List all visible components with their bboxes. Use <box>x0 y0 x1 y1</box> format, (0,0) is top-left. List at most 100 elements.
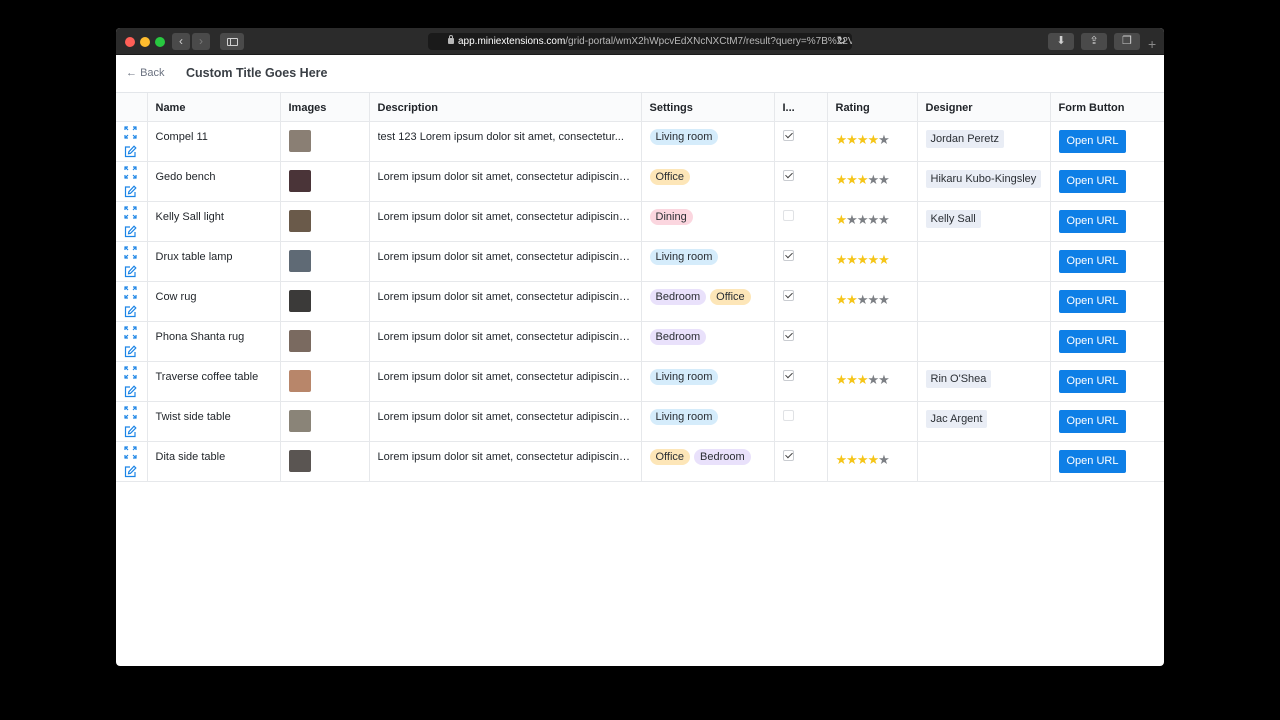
close-window-button[interactable] <box>125 37 135 47</box>
edit-icon[interactable] <box>124 144 137 158</box>
star-icon[interactable]: ★ <box>867 252 879 267</box>
star-icon[interactable]: ★ <box>846 172 858 187</box>
address-bar[interactable]: app.miniextensions.com/grid-portal/wmX2h… <box>428 33 852 50</box>
image-thumbnail[interactable] <box>288 209 311 232</box>
open-url-button[interactable]: Open URL <box>1058 449 1127 473</box>
star-rating[interactable]: ★★★★★ <box>836 132 909 148</box>
edit-icon[interactable] <box>124 464 137 478</box>
col-header-name[interactable]: Name <box>147 93 281 122</box>
col-header-rating[interactable]: Rating <box>827 93 918 122</box>
zoom-window-button[interactable] <box>155 37 165 47</box>
expand-icon[interactable] <box>124 165 137 179</box>
star-icon[interactable]: ★ <box>867 212 879 227</box>
col-header-description[interactable]: Description <box>369 93 642 122</box>
image-thumbnail[interactable] <box>288 289 311 312</box>
image-thumbnail[interactable] <box>288 249 311 272</box>
edit-icon[interactable] <box>124 304 137 318</box>
checkbox[interactable] <box>782 409 794 421</box>
share-button[interactable]: ⇪ <box>1081 33 1107 50</box>
star-icon[interactable]: ★ <box>878 292 890 307</box>
star-rating[interactable]: ★★★★★ <box>836 452 909 468</box>
star-icon[interactable]: ★ <box>878 452 890 467</box>
star-rating[interactable]: ★★★★★ <box>836 252 909 268</box>
image-thumbnail[interactable] <box>288 329 311 352</box>
expand-icon[interactable] <box>124 365 137 379</box>
star-rating[interactable]: ★★★★★ <box>836 212 909 228</box>
expand-icon[interactable] <box>124 245 137 259</box>
col-header-settings[interactable]: Settings <box>641 93 775 122</box>
star-icon[interactable]: ★ <box>836 212 848 227</box>
edit-icon[interactable] <box>124 424 137 438</box>
star-icon[interactable]: ★ <box>878 212 890 227</box>
star-icon[interactable]: ★ <box>878 132 890 147</box>
browser-back-button[interactable]: ‹ <box>172 33 190 50</box>
checkbox[interactable] <box>782 169 794 181</box>
star-icon[interactable]: ★ <box>846 452 858 467</box>
star-icon[interactable]: ★ <box>867 172 879 187</box>
expand-icon[interactable] <box>124 125 137 139</box>
star-rating[interactable]: ★★★★★ <box>836 172 909 188</box>
open-url-button[interactable]: Open URL <box>1058 169 1127 193</box>
edit-icon[interactable] <box>124 184 137 198</box>
checkbox[interactable] <box>782 369 794 381</box>
star-icon[interactable]: ★ <box>846 292 858 307</box>
star-icon[interactable]: ★ <box>857 132 869 147</box>
open-url-button[interactable]: Open URL <box>1058 409 1127 433</box>
star-icon[interactable]: ★ <box>878 172 890 187</box>
browser-forward-button[interactable]: › <box>192 33 210 50</box>
open-url-button[interactable]: Open URL <box>1058 129 1127 153</box>
sidebar-toggle-button[interactable] <box>220 33 244 50</box>
star-icon[interactable]: ★ <box>846 252 858 267</box>
new-tab-button[interactable]: + <box>1148 36 1156 52</box>
reload-icon[interactable]: ↻ <box>837 33 846 50</box>
expand-icon[interactable] <box>124 205 137 219</box>
open-url-button[interactable]: Open URL <box>1058 289 1127 313</box>
checkbox[interactable] <box>782 329 794 341</box>
expand-icon[interactable] <box>124 285 137 299</box>
star-icon[interactable]: ★ <box>857 452 869 467</box>
star-icon[interactable]: ★ <box>857 212 869 227</box>
star-icon[interactable]: ★ <box>836 292 848 307</box>
col-header-images[interactable]: Images <box>280 93 370 122</box>
checkbox[interactable] <box>782 249 794 261</box>
image-thumbnail[interactable] <box>288 369 311 392</box>
star-icon[interactable]: ★ <box>867 132 879 147</box>
open-url-button[interactable]: Open URL <box>1058 369 1127 393</box>
edit-icon[interactable] <box>124 344 137 358</box>
edit-icon[interactable] <box>124 264 137 278</box>
star-icon[interactable]: ★ <box>867 292 879 307</box>
star-icon[interactable]: ★ <box>857 292 869 307</box>
star-icon[interactable]: ★ <box>857 372 869 387</box>
col-header-form-button[interactable]: Form Button <box>1050 93 1164 122</box>
downloads-button[interactable]: ⬇ <box>1048 33 1074 50</box>
star-rating[interactable]: ★★★★★ <box>836 292 909 308</box>
star-icon[interactable]: ★ <box>836 452 848 467</box>
col-header-checkbox[interactable]: I... <box>774 93 828 122</box>
star-icon[interactable]: ★ <box>846 212 858 227</box>
checkbox[interactable] <box>782 209 794 221</box>
star-icon[interactable]: ★ <box>878 252 890 267</box>
star-rating[interactable]: ★★★★★ <box>836 372 909 388</box>
checkbox[interactable] <box>782 449 794 461</box>
star-icon[interactable]: ★ <box>857 252 869 267</box>
minimize-window-button[interactable] <box>140 37 150 47</box>
star-icon[interactable]: ★ <box>846 132 858 147</box>
open-url-button[interactable]: Open URL <box>1058 249 1127 273</box>
star-icon[interactable]: ★ <box>836 172 848 187</box>
image-thumbnail[interactable] <box>288 449 311 472</box>
checkbox[interactable] <box>782 129 794 141</box>
open-url-button[interactable]: Open URL <box>1058 329 1127 353</box>
col-header-designer[interactable]: Designer <box>917 93 1051 122</box>
image-thumbnail[interactable] <box>288 169 311 192</box>
edit-icon[interactable] <box>124 224 137 238</box>
star-icon[interactable]: ★ <box>846 372 858 387</box>
star-icon[interactable]: ★ <box>836 372 848 387</box>
expand-icon[interactable] <box>124 445 137 459</box>
star-icon[interactable]: ★ <box>867 452 879 467</box>
star-icon[interactable]: ★ <box>867 372 879 387</box>
image-thumbnail[interactable] <box>288 129 311 152</box>
expand-icon[interactable] <box>124 325 137 339</box>
edit-icon[interactable] <box>124 384 137 398</box>
back-link[interactable]: ← Back <box>126 67 165 79</box>
star-icon[interactable]: ★ <box>836 132 848 147</box>
